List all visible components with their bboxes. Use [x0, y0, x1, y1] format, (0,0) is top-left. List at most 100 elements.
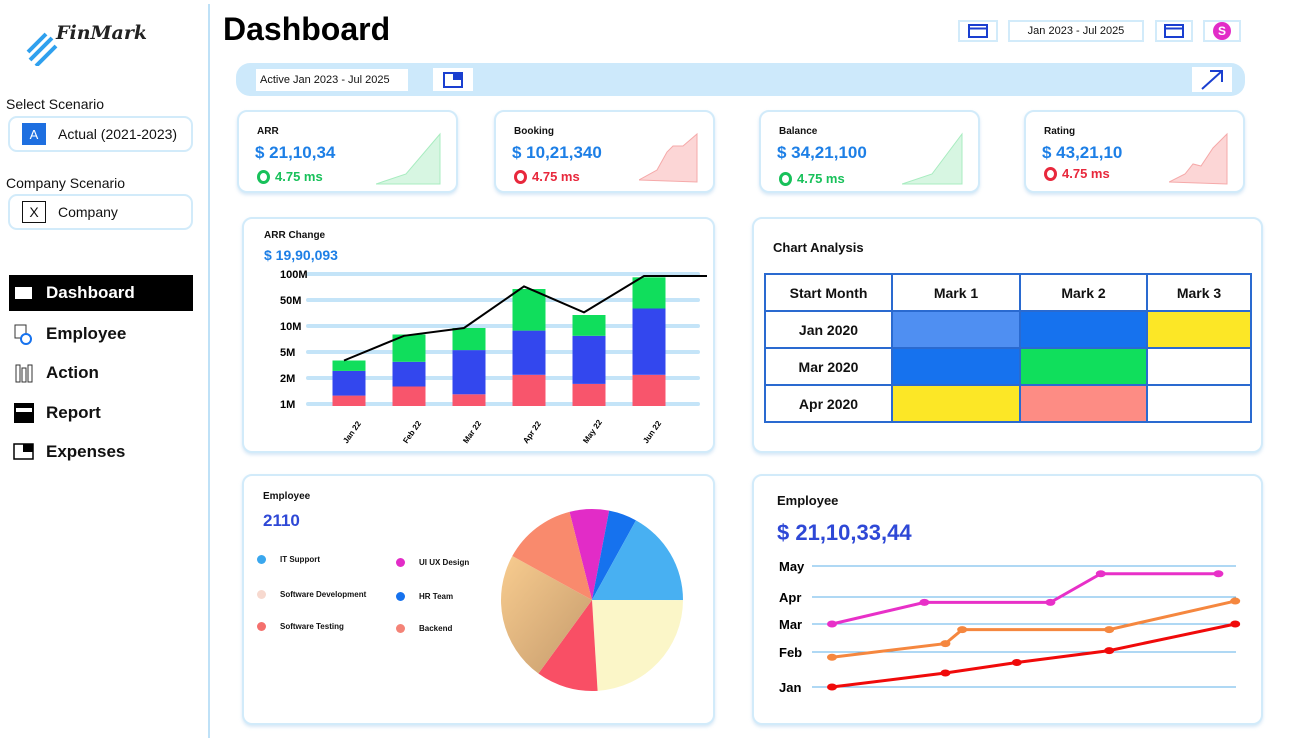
- pie-slice: [592, 600, 683, 691]
- kpi-delta: 4.75 ms: [779, 171, 845, 186]
- y-tick-label: May: [779, 559, 805, 574]
- legend-item: Software Development: [257, 590, 366, 599]
- heat-cell[interactable]: [1146, 310, 1252, 349]
- chart-analysis-panel: Chart Analysis Start Month Mark 1 Mark 2…: [752, 217, 1263, 453]
- window-icon: [1164, 24, 1184, 38]
- bar-segment: [392, 361, 426, 387]
- period-toggle-button[interactable]: [433, 68, 473, 91]
- heat-cell[interactable]: [1019, 384, 1148, 423]
- sparkline-down-icon: [1169, 132, 1228, 185]
- company-scenario-label: Company Scenario: [6, 175, 126, 191]
- series-point: [1045, 598, 1056, 606]
- sidebar-item-expenses[interactable]: Expenses: [9, 434, 193, 470]
- table-row: Jan 2020: [764, 310, 1252, 349]
- y-tick-label: Mar: [779, 617, 802, 632]
- sidebar-item-label: Report: [46, 403, 101, 422]
- scenario-select[interactable]: A Actual (2021-2023): [8, 116, 193, 152]
- arr-change-chart: 1M 2M 5M 10M 50M 100M Jan 22 Feb 22 Mar 22 Apr 22…: [280, 269, 707, 445]
- kpi-value: $ 43,21,10: [1042, 143, 1123, 162]
- kpi-delta-value: 4.75 ms: [1062, 166, 1110, 181]
- y-tick-label: 5M: [280, 347, 295, 359]
- table-header-row: Start Month Mark 1 Mark 2 Mark 3: [764, 273, 1252, 312]
- heat-cell[interactable]: [891, 384, 1021, 423]
- bar-segment: [332, 370, 366, 396]
- y-tick-label: 1M: [280, 399, 295, 411]
- bar-segment: [332, 360, 366, 371]
- row-label: Apr 2020: [764, 384, 893, 423]
- sidebar-item-report[interactable]: Report: [9, 395, 193, 431]
- x-tick-label: Jun 22: [641, 419, 663, 445]
- bar-segment: [452, 394, 486, 406]
- finmark-logo[interactable]: FinMark: [26, 18, 156, 72]
- series-point: [1230, 597, 1241, 605]
- legend-item: IT Support: [257, 555, 320, 564]
- y-tick-label: 2M: [280, 373, 295, 385]
- arrow-up-right-icon: [1201, 69, 1223, 90]
- company-badge: X: [22, 201, 46, 223]
- company-select[interactable]: X Company: [8, 194, 193, 230]
- kpi-card-balance[interactable]: Balance $ 34,21,100 4.75 ms: [759, 110, 980, 193]
- employee-pie-panel: Employee 2110 IT Support UI UX Design So…: [242, 474, 715, 725]
- table-row: Mar 2020: [764, 347, 1252, 386]
- legend-dot: [257, 555, 266, 564]
- employee-count: 2110: [263, 511, 300, 530]
- scenario-badge: A: [22, 123, 46, 145]
- bar-segment: [632, 308, 666, 375]
- heat-cell[interactable]: [1019, 310, 1148, 349]
- legend-item: HR Team: [396, 592, 453, 601]
- series-point: [957, 626, 968, 634]
- panel-icon: [443, 71, 463, 88]
- bar-segment: [632, 374, 666, 406]
- kpi-card-rating[interactable]: Rating $ 43,21,10 4.75 ms: [1024, 110, 1245, 193]
- action-icon: [13, 362, 35, 384]
- employee-line-chart: Jan Feb Mar Apr May: [779, 559, 1241, 695]
- report-icon: [13, 402, 35, 424]
- heat-cell[interactable]: [1146, 384, 1252, 423]
- series-point: [1104, 626, 1115, 634]
- sidebar-item-action[interactable]: Action: [9, 355, 193, 391]
- expand-button[interactable]: [1192, 67, 1232, 92]
- bar-segment: [572, 315, 606, 336]
- logo-wordmark: FinMark: [56, 22, 148, 44]
- legend-dot: [396, 592, 405, 601]
- company-select-value: Company: [58, 204, 118, 220]
- series-point: [1095, 570, 1106, 578]
- legend-label: HR Team: [419, 592, 454, 601]
- legend-item: Software Testing: [257, 622, 344, 631]
- kpi-value: $ 34,21,100: [777, 143, 867, 162]
- legend-dot: [396, 624, 405, 633]
- kpi-card-booking[interactable]: Booking $ 10,21,340 4.75 ms: [494, 110, 715, 193]
- series-point: [827, 620, 837, 628]
- trend-ring-icon: [779, 171, 792, 186]
- avatar: S: [1213, 22, 1231, 40]
- user-avatar-button[interactable]: S: [1203, 20, 1241, 42]
- layout-button[interactable]: [958, 20, 998, 42]
- kpi-card-arr[interactable]: ARR $ 21,10,34 4.75 ms: [237, 110, 458, 193]
- kpi-delta-value: 4.75 ms: [532, 169, 580, 184]
- bar-segment: [632, 277, 666, 309]
- heat-cell[interactable]: [891, 310, 1021, 349]
- bar-segment: [332, 395, 366, 406]
- x-tick-label: Apr 22: [521, 419, 543, 445]
- kpi-value: $ 10,21,340: [512, 143, 602, 162]
- date-range-picker[interactable]: Jan 2023 - Jul 2025: [1008, 20, 1144, 42]
- heat-cell[interactable]: [1146, 347, 1252, 386]
- legend-label: Software Testing: [280, 622, 344, 631]
- kpi-title: Balance: [779, 126, 818, 137]
- sparkline-up-icon: [902, 132, 963, 185]
- trend-ring-icon: [514, 169, 527, 184]
- sidebar-item-employee[interactable]: Employee: [9, 316, 193, 352]
- x-tick-label: May 22: [581, 418, 604, 445]
- layout-button-2[interactable]: [1155, 20, 1193, 42]
- sidebar-item-dashboard[interactable]: Dashboard: [9, 275, 193, 311]
- sidebar-item-label: Employee: [46, 324, 127, 343]
- series-point: [1011, 659, 1022, 666]
- y-tick-label: Feb: [779, 645, 802, 660]
- heat-cell[interactable]: [891, 347, 1021, 386]
- expenses-icon: [13, 441, 35, 463]
- legend-label: Software Development: [280, 590, 367, 599]
- legend-label: IT Support: [280, 555, 320, 564]
- kpi-value: $ 21,10,34: [255, 143, 336, 162]
- heat-cell[interactable]: [1019, 347, 1148, 386]
- column-header: Start Month: [764, 273, 893, 312]
